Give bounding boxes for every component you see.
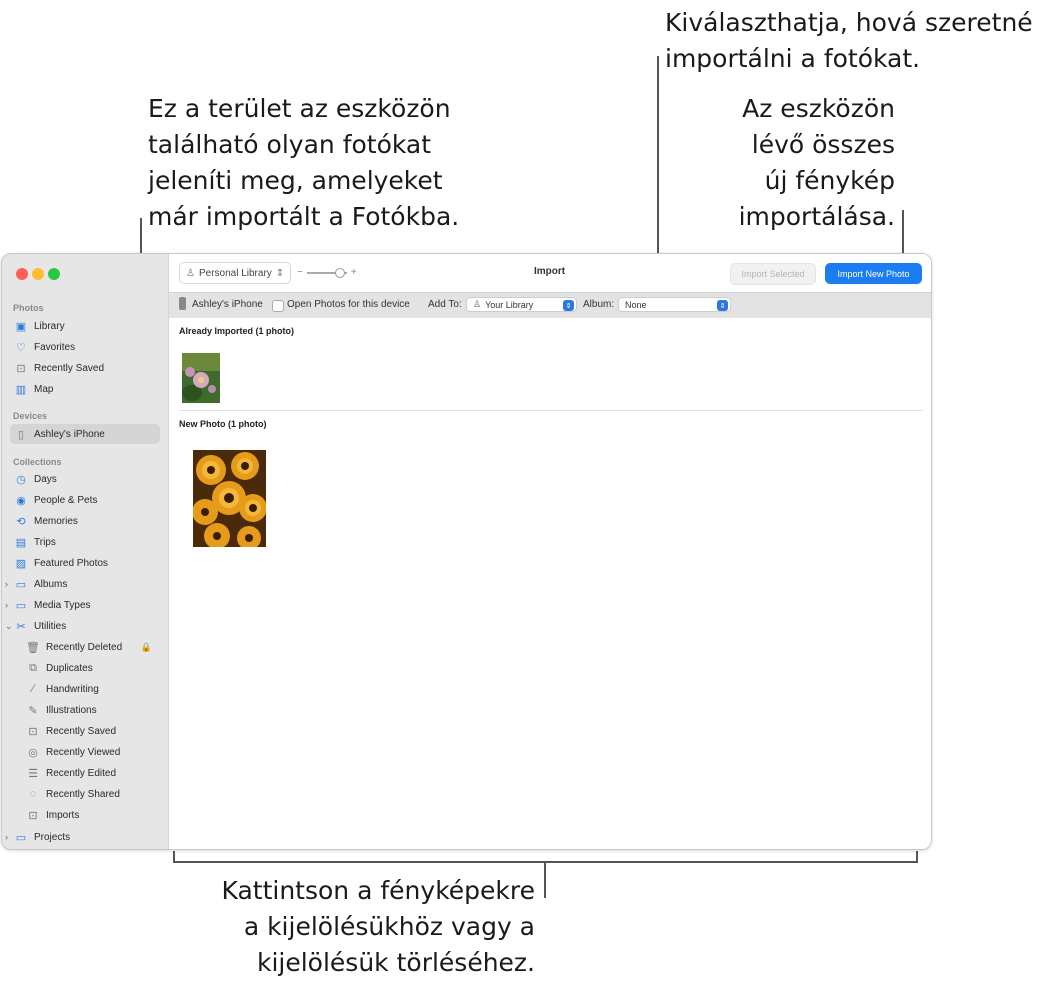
add-to-label: Add To: <box>428 299 462 310</box>
photos-window: Photos ▣ Library ♡ Favorites ⊡ Recently Sav… <box>1 253 932 850</box>
sidebar-item-recently-shared[interactable]: ◌ Recently Shared <box>22 784 160 804</box>
sidebar-section-collections: Collections <box>13 457 62 467</box>
map-icon: ▥ <box>15 383 27 396</box>
device-name: Ashley's iPhone <box>192 299 263 310</box>
section-divider <box>179 410 923 411</box>
chevron-updown-icon: ⇕ <box>563 300 574 311</box>
edit-icon: ☰ <box>28 767 38 780</box>
sidebar-item-device[interactable]: ▯ Ashley's iPhone <box>10 424 160 444</box>
shared-icon: ◌ <box>29 788 37 800</box>
slider-track <box>306 267 347 278</box>
open-photos-checkbox[interactable] <box>272 300 284 312</box>
window-title: Import <box>534 266 566 277</box>
device-bar: Ashley's iPhone Open Photos for this dev… <box>169 292 931 319</box>
sidebar-item-illustrations[interactable]: ✎ Illustrations <box>22 700 160 720</box>
sidebar: Photos ▣ Library ♡ Favorites ⊡ Recently Sav… <box>2 254 169 849</box>
tools-icon: ✂ <box>16 620 26 633</box>
phone-icon: ▯ <box>17 428 25 441</box>
callout-already-imported: Ez a terület az eszközön található olyan… <box>148 94 460 231</box>
sidebar-item-handwriting[interactable]: ∕ Handwriting <box>22 679 160 699</box>
import-new-photo-button[interactable]: Import New Photo <box>825 263 922 284</box>
sidebar-section-devices: Devices <box>13 411 48 421</box>
plus-icon: + <box>350 267 357 278</box>
callout-select-photos: Kattintson a fényképekre a kijelölésükhö… <box>221 876 535 977</box>
trash-icon: 🗑 <box>26 641 40 654</box>
minimize-window-button[interactable] <box>32 268 44 280</box>
suitcase-icon: ▤ <box>15 536 27 549</box>
person-icon: ♙ <box>473 299 482 309</box>
chevron-down-icon[interactable]: ⌄ <box>5 621 13 632</box>
album-select[interactable]: None ⇕ <box>618 297 731 312</box>
sunflowers-photo <box>192 450 267 550</box>
close-window-button[interactable] <box>16 268 28 280</box>
phone-icon <box>179 297 186 310</box>
new-photo-heading: New Photo (1 photo) <box>179 419 267 429</box>
bracket-line <box>173 851 175 863</box>
sidebar-item-trips[interactable]: ▤ Trips <box>10 532 160 552</box>
already-imported-heading: Already Imported (1 photo) <box>179 326 295 336</box>
photo-thumbnail-imported[interactable] <box>182 353 220 403</box>
open-photos-label: Open Photos for this device <box>287 299 410 310</box>
folder-icon: ▭ <box>15 578 27 591</box>
import-icon: ⊡ <box>28 809 38 822</box>
folder-icon: ▭ <box>15 831 27 844</box>
sidebar-item-projects[interactable]: › ▭ Projects <box>5 827 160 847</box>
minus-icon: − <box>297 267 303 278</box>
sidebar-item-recently-deleted[interactable]: 🗑 Recently Deleted 🔒 <box>22 637 160 657</box>
zoom-slider[interactable]: − + <box>297 267 357 278</box>
person-icon: ♙ <box>186 267 195 279</box>
slider-knob[interactable] <box>334 267 345 278</box>
sidebar-item-library[interactable]: ▣ Library <box>10 316 160 336</box>
sidebar-item-people-pets[interactable]: ◉ People & Pets <box>10 490 160 510</box>
photo-thumbnail-new[interactable] <box>192 450 267 550</box>
folder-icon: ▭ <box>15 599 27 612</box>
memories-icon: ⟲ <box>16 515 26 528</box>
sidebar-section-photos: Photos <box>13 303 44 313</box>
sidebar-item-utilities[interactable]: ⌄ ✂ Utilities <box>5 616 160 636</box>
sidebar-item-utilities-recently-saved[interactable]: ⊡ Recently Saved <box>22 721 160 741</box>
pencil-icon: ✎ <box>28 704 38 717</box>
chevron-right-icon[interactable]: › <box>5 832 8 842</box>
import-selected-button[interactable]: Import Selected <box>730 263 816 285</box>
sidebar-item-media-types[interactable]: › ▭ Media Types <box>5 595 160 615</box>
lock-icon: 🔒 <box>140 641 152 652</box>
sidebar-item-memories[interactable]: ⟲ Memories <box>10 511 160 531</box>
sidebar-item-imports[interactable]: ⊡ Imports <box>22 805 160 825</box>
heart-icon: ♡ <box>16 341 26 354</box>
sidebar-item-days[interactable]: ◷ Days <box>10 469 160 489</box>
bracket-line <box>916 851 918 863</box>
person-circle-icon: ◉ <box>16 494 26 507</box>
chevron-updown-icon: ⇕ <box>717 300 728 311</box>
sidebar-item-albums[interactable]: › ▭ Albums <box>5 574 160 594</box>
sidebar-item-duplicates[interactable]: ⧉ Duplicates <box>22 658 160 678</box>
import-content: Already Imported (1 photo) New Photo (1 … <box>169 318 931 849</box>
leader-line <box>544 861 546 898</box>
toolbar: ♙ Personal Library ⇕ − + Import Import S… <box>169 254 931 292</box>
add-to-select[interactable]: ♙ Your Library ⇕ <box>466 297 577 312</box>
eye-icon: ◎ <box>28 746 38 759</box>
chevron-updown-icon: ⇕ <box>275 267 285 279</box>
sidebar-item-featured-photos[interactable]: ▨ Featured Photos <box>10 553 160 573</box>
chevron-right-icon[interactable]: › <box>5 579 8 589</box>
flower-photo <box>182 353 220 403</box>
sidebar-item-recently-viewed[interactable]: ◎ Recently Viewed <box>22 742 160 762</box>
sidebar-item-favorites[interactable]: ♡ Favorites <box>10 337 160 357</box>
callout-import-all: Az eszközön lévő összes új fénykép impor… <box>738 94 895 231</box>
chevron-right-icon[interactable]: › <box>5 600 8 610</box>
zoom-window-button[interactable] <box>48 268 60 280</box>
pen-icon: ∕ <box>32 683 34 695</box>
album-label: Album: <box>583 299 615 310</box>
library-icon: ▣ <box>15 320 27 333</box>
sidebar-item-recently-edited[interactable]: ☰ Recently Edited <box>22 763 160 783</box>
tray-icon: ⊡ <box>16 362 26 375</box>
tray-icon: ⊡ <box>28 725 38 738</box>
duplicates-icon: ⧉ <box>29 661 37 674</box>
sidebar-item-recently-saved[interactable]: ⊡ Recently Saved <box>10 358 160 378</box>
clock-icon: ◷ <box>16 473 26 486</box>
sidebar-item-map[interactable]: ▥ Map <box>10 379 160 399</box>
photo-icon: ▨ <box>15 557 27 570</box>
callout-import-destination: Kiválaszthatja, hová szeretné importálni… <box>665 8 1033 73</box>
library-selector-button[interactable]: ♙ Personal Library ⇕ <box>179 262 292 284</box>
